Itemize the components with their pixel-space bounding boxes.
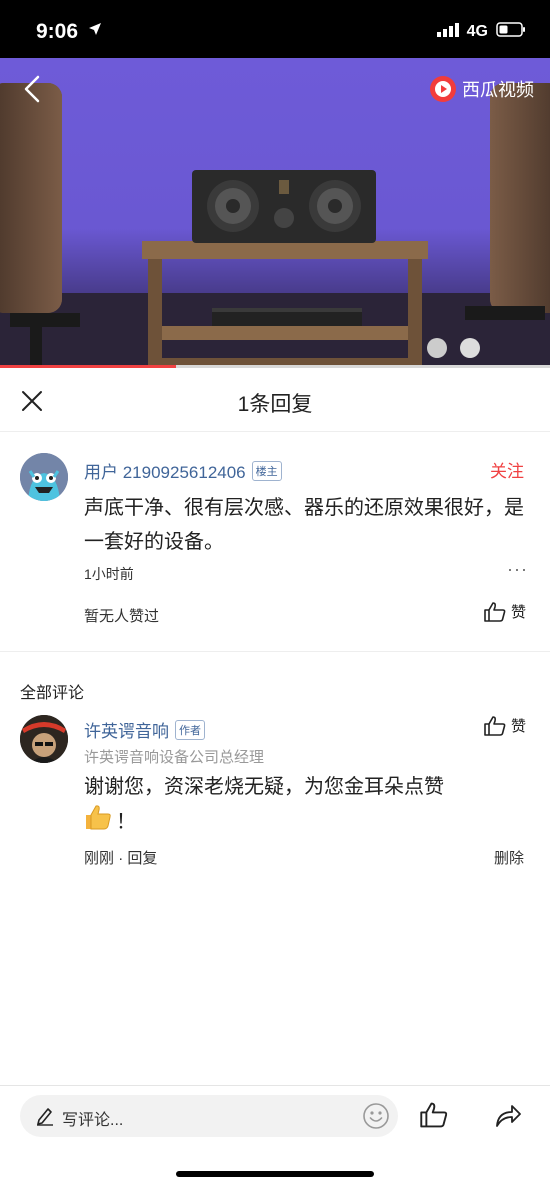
status-time: 9:06 — [36, 20, 79, 43]
page-title: 1条回复 — [237, 393, 313, 416]
thumbs-up-icon — [484, 715, 506, 736]
like-label: 赞 — [510, 604, 526, 621]
xigua-logo-icon — [430, 76, 456, 102]
avatar[interactable] — [20, 453, 68, 501]
like-button[interactable]: 赞 — [484, 601, 526, 622]
comment-text: 声底干净、很有层次感、器乐的还原效果很好，是一套好的设备。 — [84, 497, 524, 553]
video-player[interactable]: 西瓜视频 — [0, 58, 550, 368]
home-indicator — [176, 1171, 374, 1177]
network-type: 4G — [466, 23, 488, 40]
author-tag: 楼主 — [251, 460, 282, 481]
comment-time: 刚刚 — [84, 850, 115, 867]
back-button[interactable] — [18, 74, 48, 104]
author-avatar-icon — [20, 715, 68, 763]
brand-watermark: 西瓜视频 — [430, 76, 534, 102]
thumbs-up-icon — [484, 601, 506, 622]
video-frame — [0, 83, 550, 368]
avatar[interactable] — [20, 715, 68, 763]
status-bar: 9:06 4G — [0, 0, 550, 58]
brand-name: 西瓜视频 — [462, 80, 534, 100]
thumbs-up-emoji-icon — [84, 804, 112, 841]
monster-avatar-icon — [20, 453, 68, 501]
main-comment: 用户 2190925612406 楼主 关注 声底干净、很有层次感、器乐的还原效… — [0, 433, 550, 651]
smile-icon[interactable] — [362, 1102, 390, 1135]
reply-button[interactable]: 回复 — [127, 850, 157, 867]
share-icon[interactable] — [494, 1102, 522, 1133]
battery-icon — [496, 22, 526, 42]
back-chevron-icon — [24, 75, 40, 103]
comment-placeholder: 写评论... — [62, 1112, 124, 1129]
pen-icon — [36, 1106, 54, 1131]
user-title: 许英谔音响设备公司总经理 — [84, 749, 265, 766]
like-button[interactable]: 赞 — [484, 715, 526, 736]
divider — [0, 651, 550, 652]
bottom-bar: 写评论... — [0, 1085, 550, 1190]
signal-icon — [436, 22, 459, 42]
username[interactable]: 用户 2190925612406 — [84, 458, 246, 483]
follow-button[interactable]: 关注 — [490, 457, 524, 482]
reply-header: 1条回复 — [0, 368, 550, 432]
comment-body: 谢谢您，资深老烧无疑，为您金耳朵点赞 — [84, 776, 444, 798]
thumbs-up-icon[interactable] — [420, 1102, 448, 1133]
likes-summary: 暂无人赞过 — [84, 608, 160, 625]
more-button[interactable]: ··· — [507, 559, 528, 580]
username[interactable]: 许英谔音响 — [84, 717, 169, 742]
comment-input[interactable]: 写评论... — [20, 1095, 398, 1137]
meta-separator: · — [118, 850, 124, 867]
all-comments-title: 全部评论 — [20, 685, 85, 702]
comment-meta: 刚刚 · 回复 — [84, 847, 157, 868]
comment-time: 1小时前 — [84, 566, 134, 582]
comment-suffix: ！ — [116, 810, 136, 833]
delete-button[interactable]: 删除 — [494, 847, 524, 868]
author-tag: 作者 — [175, 719, 205, 740]
like-label: 赞 — [510, 718, 526, 735]
location-arrow-icon — [88, 22, 102, 41]
comment-text: 谢谢您，资深老烧无疑，为您金耳朵点赞 ！ — [84, 770, 530, 841]
